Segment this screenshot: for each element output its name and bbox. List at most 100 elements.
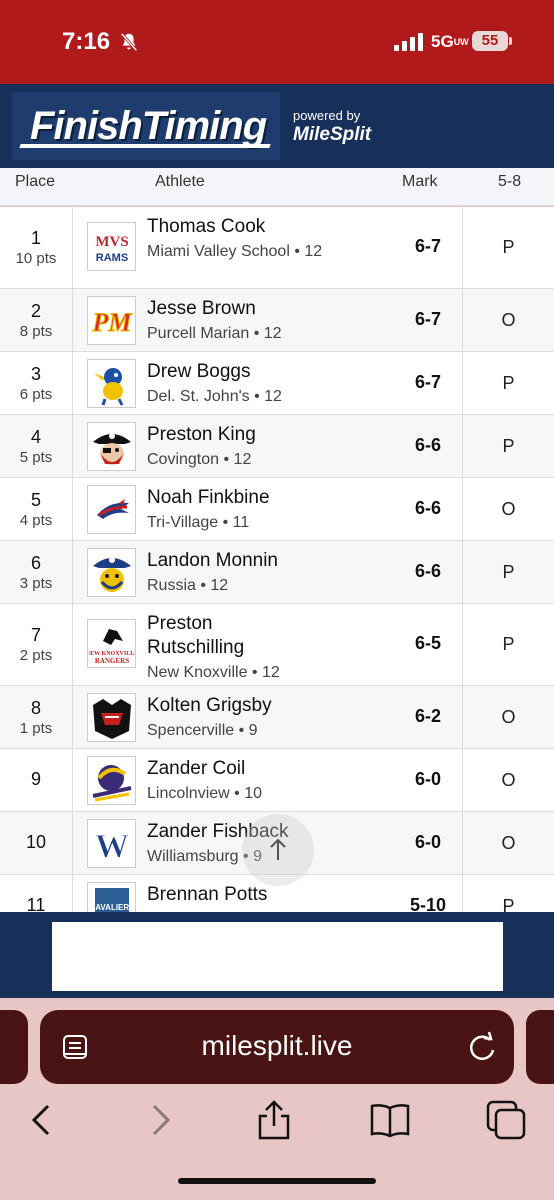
athlete-school: New Knoxville • 12: [147, 664, 280, 681]
place-number: 3: [30, 363, 41, 384]
ad-slot[interactable]: [52, 922, 503, 991]
points: 6 pts: [19, 385, 53, 403]
share-icon[interactable]: [252, 1098, 296, 1142]
mark-value: 6-7: [414, 372, 441, 392]
table-row[interactable]: 7 2 pts NEW KNOXVILLERANGERS Preston Ruts…: [0, 604, 554, 686]
athlete-school: Russia • 12: [147, 577, 229, 594]
place-number: 8: [30, 697, 41, 718]
athlete-name[interactable]: Thomas Cook: [147, 215, 397, 239]
athlete-name[interactable]: Preston King: [147, 423, 397, 447]
athlete-name[interactable]: Landon Monnin: [147, 549, 397, 573]
previous-tab-pill[interactable]: [0, 1010, 28, 1084]
mark-value: 5-10: [409, 895, 447, 912]
mark-value: 6-6: [414, 435, 441, 455]
team-logo: [87, 756, 136, 805]
milesplit-logo[interactable]: MileSplit: [293, 124, 371, 146]
svg-text:CAVALIERS: CAVALIERS: [89, 903, 135, 912]
attempt-result: P: [462, 415, 554, 477]
column-athlete[interactable]: Athlete: [155, 173, 205, 191]
scroll-to-top-button[interactable]: [242, 814, 314, 886]
attempt-result: O: [462, 686, 554, 748]
athlete-school: Miami Valley School • 12: [147, 243, 323, 260]
team-logo: MVS RAMS: [87, 222, 136, 271]
place-number: 9: [30, 769, 41, 789]
attempt-result: O: [462, 812, 554, 874]
arrow-up-icon: [270, 838, 286, 860]
points: 3 pts: [19, 574, 53, 592]
athlete-name[interactable]: Drew Boggs: [147, 360, 397, 384]
attempt-result: O: [462, 478, 554, 540]
attempt-result: P: [462, 352, 554, 414]
points: 5 pts: [19, 448, 53, 466]
results-table-header: Place Athlete Mark 5-8: [0, 168, 554, 206]
mark-value: 6-6: [414, 561, 441, 581]
svg-text:MVS: MVS: [95, 234, 128, 250]
team-logo: W: [87, 819, 136, 868]
athlete-name[interactable]: Kolten Grigsby: [147, 694, 397, 718]
browser-toolbar: milesplit.live: [0, 998, 554, 1200]
team-logo: [87, 359, 136, 408]
svg-text:RANGERS: RANGERS: [94, 657, 128, 665]
powered-by-label: powered by: [293, 108, 361, 123]
column-mark[interactable]: Mark: [402, 173, 438, 191]
status-time: 7:16: [62, 28, 111, 55]
network-indicator: 5GUW: [431, 32, 469, 51]
table-row[interactable]: 63 pts Landon Monnin Russia • 12 6-6 P: [0, 541, 554, 604]
athlete-name[interactable]: Noah Finkbine: [147, 486, 397, 510]
tabs-icon[interactable]: [484, 1098, 528, 1142]
finishtiming-logo[interactable]: FinishTiming: [12, 92, 280, 160]
table-row[interactable]: 36 pts Drew Boggs Del. St. John's • 12 6-…: [0, 352, 554, 415]
attempt-result: P: [462, 875, 554, 912]
points: 1 pts: [19, 719, 53, 737]
reload-icon[interactable]: [466, 1030, 498, 1064]
table-row[interactable]: 81 pts Kolten Grigsby Spencerville • 9 6-…: [0, 686, 554, 749]
athlete-name[interactable]: Preston Rutschilling: [147, 612, 277, 660]
back-icon[interactable]: [20, 1098, 64, 1142]
battery-icon: 55: [472, 31, 512, 51]
url-text[interactable]: milesplit.live: [40, 1030, 514, 1062]
table-row[interactable]: 9 Zander Coil Lincolnview • 10 6-0 O: [0, 749, 554, 812]
team-logo: NEW KNOXVILLERANGERS: [87, 619, 136, 668]
column-place[interactable]: Place: [15, 173, 55, 191]
place-number: 5: [30, 489, 41, 510]
site-header: FinishTiming powered by MileSplit: [0, 84, 554, 168]
table-row[interactable]: 1 10 pts MVS RAMS Thomas Cook Miami Valley …: [0, 207, 554, 289]
attempt-result: P: [462, 604, 554, 685]
column-height-5-8[interactable]: 5-8: [498, 173, 521, 191]
place-number: 1: [30, 228, 41, 248]
athlete-school: Purcell Marian • 12: [147, 325, 282, 342]
team-logo: [87, 422, 136, 471]
svg-text:RAMS: RAMS: [95, 252, 127, 264]
table-row[interactable]: 28 pts PM Jesse Brown Purcell Marian • 12…: [0, 289, 554, 352]
table-row[interactable]: 45 pts Preston King Covington • 12 6-6 P: [0, 415, 554, 478]
forward-icon[interactable]: [138, 1098, 182, 1142]
attempt-result: P: [462, 207, 554, 288]
team-logo: [87, 548, 136, 597]
athlete-name[interactable]: Jesse Brown: [147, 297, 397, 321]
place-number: 6: [30, 552, 41, 573]
svg-text:W: W: [95, 828, 129, 865]
attempt-result: O: [462, 289, 554, 351]
mark-value: 6-6: [414, 498, 441, 518]
address-bar[interactable]: milesplit.live: [40, 1010, 514, 1084]
team-logo: CAVALIERS: [87, 882, 136, 912]
mark-value: 6-0: [414, 769, 441, 789]
mark-value: 6-2: [414, 706, 441, 726]
athlete-school: Del. St. John's • 12: [147, 388, 282, 405]
mark-value: 6-7: [414, 309, 441, 329]
athlete-school: Spencerville • 9: [147, 722, 258, 739]
athlete-school: Tri-Village • 11: [147, 514, 250, 531]
attempt-result: P: [462, 541, 554, 603]
athlete-name[interactable]: Zander Coil: [147, 757, 397, 781]
team-logo: PM: [87, 296, 136, 345]
table-row[interactable]: 54 pts Noah Finkbine Tri-Village • 11 6-6…: [0, 478, 554, 541]
silent-bell-icon: [120, 32, 138, 52]
athlete-name[interactable]: Brennan Potts: [147, 883, 397, 907]
bookmarks-icon[interactable]: [368, 1098, 412, 1142]
place-number: 11: [26, 895, 46, 912]
mark-value: 6-0: [414, 832, 441, 852]
place-number: 4: [30, 426, 41, 447]
next-tab-pill[interactable]: [526, 1010, 554, 1084]
place-number: 7: [30, 625, 41, 645]
team-logo: [87, 485, 136, 534]
